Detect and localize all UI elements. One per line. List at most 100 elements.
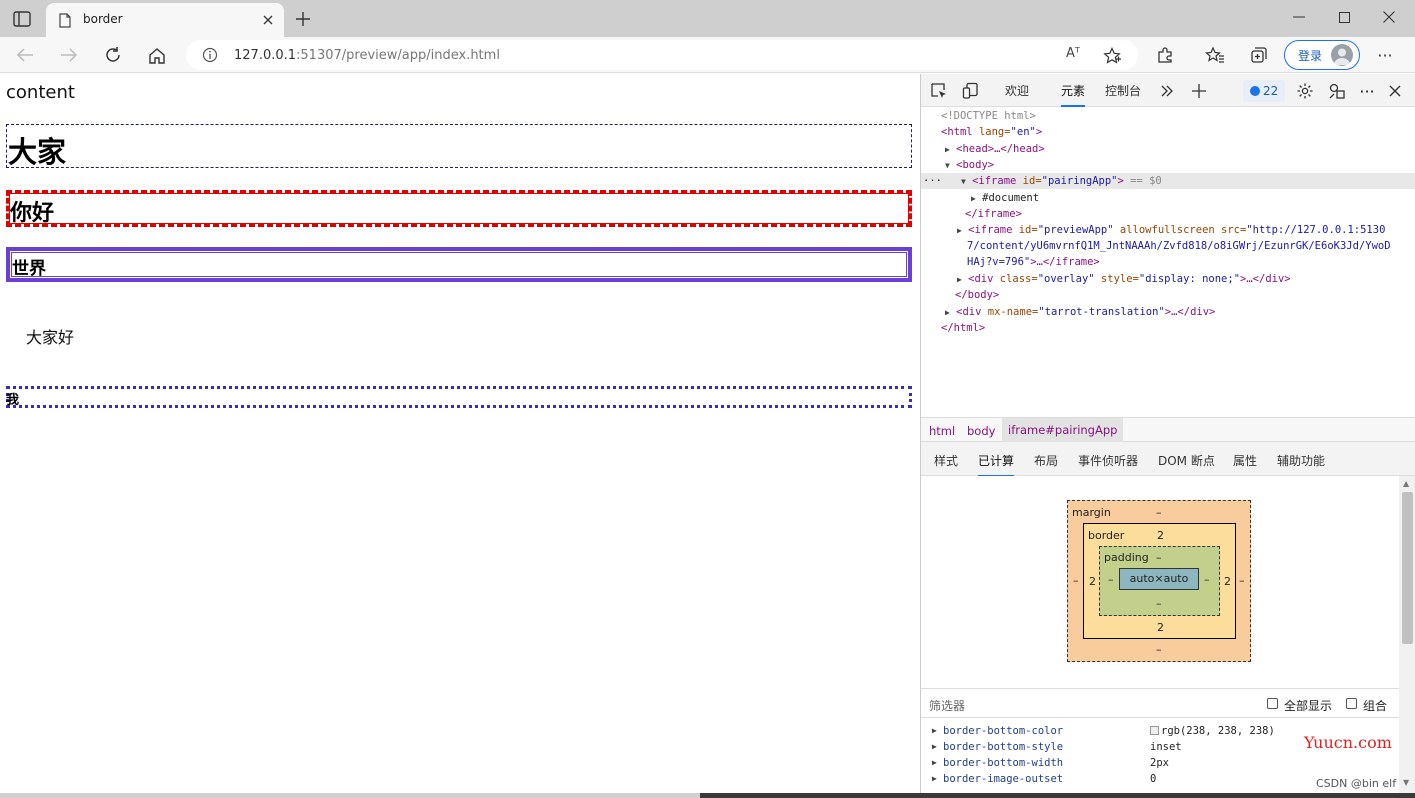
node-actions-icon[interactable]: ··· bbox=[923, 175, 942, 187]
forward-arrow-icon[interactable] bbox=[56, 43, 82, 67]
dom-body-close[interactable]: </body> bbox=[955, 289, 999, 301]
collapse-triangle-icon[interactable]: ▼ bbox=[945, 161, 950, 170]
taskbar-edge-light bbox=[0, 793, 700, 798]
box-model-content[interactable]: auto×auto bbox=[1119, 568, 1199, 590]
box-model-border[interactable]: border 2 2 2 2 padding – – – – auto×auto bbox=[1083, 523, 1236, 639]
login-button[interactable]: 登录 bbox=[1284, 40, 1360, 70]
read-aloud-icon[interactable]: Aᵀ bbox=[1066, 46, 1080, 61]
border-label: border bbox=[1088, 529, 1125, 542]
window-close-icon[interactable] bbox=[1366, 5, 1412, 29]
property-row[interactable]: ▶ border-bottom-width 2px bbox=[921, 756, 1399, 772]
expand-triangle-icon[interactable]: ▶ bbox=[971, 194, 976, 203]
padding-right[interactable]: – bbox=[1204, 573, 1210, 586]
margin-right[interactable]: – bbox=[1239, 574, 1245, 587]
maximize-icon[interactable] bbox=[1321, 5, 1367, 29]
dom-document[interactable]: ▶ #document bbox=[971, 192, 1039, 204]
back-arrow-icon[interactable] bbox=[12, 43, 38, 67]
crumb-iframe[interactable]: iframe#pairingApp bbox=[1002, 418, 1124, 442]
expand-triangle-icon[interactable]: ▶ bbox=[957, 226, 962, 235]
crumb-html[interactable]: html bbox=[929, 424, 955, 438]
border-top[interactable]: 2 bbox=[1157, 529, 1164, 542]
show-all-checkbox[interactable] bbox=[1267, 698, 1278, 709]
group-checkbox[interactable] bbox=[1346, 698, 1357, 709]
div-tag: <div bbox=[968, 273, 1000, 285]
close-devtools-icon[interactable] bbox=[1385, 81, 1405, 101]
tab-welcome[interactable]: 欢迎 bbox=[1005, 82, 1029, 99]
add-tab-icon[interactable] bbox=[1189, 81, 1209, 101]
tab-accessibility[interactable]: 辅助功能 bbox=[1277, 452, 1325, 469]
gear-icon[interactable] bbox=[1295, 81, 1315, 101]
crumb-body[interactable]: body bbox=[967, 424, 995, 438]
collapse-triangle-icon[interactable]: ▼ bbox=[961, 177, 966, 186]
dom-iframe-pairing[interactable]: ··· ▼ <iframe id="pairingApp"> == $0 bbox=[923, 175, 1162, 187]
breadcrumb: html body iframe#pairingApp bbox=[921, 417, 1415, 442]
heading-nihao: 你好 bbox=[10, 201, 55, 226]
issues-badge[interactable]: 22 bbox=[1243, 80, 1285, 102]
info-icon[interactable] bbox=[202, 47, 218, 63]
device-emulation-icon[interactable] bbox=[961, 81, 981, 101]
dom-iframe-close[interactable]: </iframe> bbox=[965, 208, 1022, 220]
refresh-icon[interactable] bbox=[100, 43, 126, 67]
scroll-up-icon[interactable]: ▲ bbox=[1403, 479, 1409, 488]
border-bottom[interactable]: 2 bbox=[1157, 621, 1164, 634]
expand-triangle-icon[interactable]: ▶ bbox=[945, 308, 950, 317]
tab-dom-breakpoints[interactable]: DOM 断点 bbox=[1158, 452, 1215, 469]
dom-html[interactable]: <html lang="en"> bbox=[941, 126, 1042, 138]
tab-styles[interactable]: 样式 bbox=[934, 452, 958, 469]
dom-body[interactable]: ▼ <body> bbox=[945, 159, 994, 171]
tab-layout[interactable]: 布局 bbox=[1034, 452, 1058, 469]
expand-triangle-icon[interactable]: ▶ bbox=[932, 742, 937, 751]
margin-left[interactable]: – bbox=[1073, 574, 1079, 587]
more-options-icon[interactable]: ··· bbox=[1357, 81, 1377, 101]
tab-console[interactable]: 控制台 bbox=[1105, 82, 1141, 99]
color-swatch[interactable] bbox=[1150, 726, 1159, 735]
tab-properties[interactable]: 属性 bbox=[1233, 452, 1257, 469]
close-icon[interactable] bbox=[260, 12, 276, 28]
expand-triangle-icon[interactable]: ▶ bbox=[932, 726, 937, 735]
dom-html-close[interactable]: </html> bbox=[941, 322, 985, 334]
tab-actions-icon[interactable] bbox=[10, 8, 34, 30]
dom-tree: <!DOCTYPE html> <html lang="en"> ▶ <head… bbox=[921, 107, 1415, 417]
filter-input[interactable]: 筛选器 bbox=[929, 697, 965, 714]
margin-bottom[interactable]: – bbox=[1156, 643, 1162, 656]
expand-triangle-icon[interactable]: ▶ bbox=[932, 758, 937, 767]
padding-left[interactable]: – bbox=[1108, 573, 1114, 586]
home-icon[interactable] bbox=[144, 43, 170, 67]
address-field[interactable]: 127.0.0.1:51307/preview/app/index.html A… bbox=[186, 40, 1138, 70]
expand-triangle-icon[interactable]: ▶ bbox=[945, 145, 950, 154]
settings-more-icon[interactable]: ··· bbox=[1374, 44, 1396, 66]
minimize-icon[interactable] bbox=[1276, 5, 1322, 29]
inspect-element-icon[interactable] bbox=[929, 81, 949, 101]
dom-div-translation[interactable]: ▶ <div mx-name="tarrot-translation">…</d… bbox=[945, 306, 1215, 318]
html-bracket: > bbox=[1035, 126, 1043, 138]
margin-top[interactable]: – bbox=[1156, 506, 1162, 519]
collections-icon[interactable] bbox=[1248, 44, 1270, 66]
border-right[interactable]: 2 bbox=[1224, 575, 1231, 588]
extensions-icon[interactable] bbox=[1154, 44, 1176, 66]
box-model-padding[interactable]: padding – – – – auto×auto bbox=[1099, 546, 1220, 616]
border-left[interactable]: 2 bbox=[1089, 575, 1096, 588]
new-tab-icon[interactable] bbox=[292, 8, 314, 30]
scroll-thumb[interactable] bbox=[1402, 492, 1413, 644]
expand-triangle-icon[interactable]: ▶ bbox=[957, 275, 962, 284]
dom-iframe-preview[interactable]: ▶ <iframe id="previewApp" allowfullscree… bbox=[957, 224, 1385, 236]
tab-computed[interactable]: 已计算 bbox=[978, 452, 1015, 477]
scroll-down-icon[interactable]: ▼ bbox=[1403, 778, 1409, 787]
favorite-star-icon[interactable] bbox=[1102, 46, 1122, 66]
padding-top[interactable]: – bbox=[1156, 551, 1162, 564]
favorites-icon[interactable] bbox=[1204, 44, 1226, 66]
property-value: 0 bbox=[1150, 773, 1157, 785]
computed-scrollbar[interactable]: ▲ ▼ bbox=[1399, 476, 1415, 793]
dom-doctype[interactable]: <!DOCTYPE html> bbox=[941, 110, 1036, 122]
box-model-margin[interactable]: margin – – – – border 2 2 2 2 padding – … bbox=[1067, 500, 1251, 662]
browser-tab[interactable]: border bbox=[46, 3, 284, 37]
tab-elements[interactable]: 元素 bbox=[1061, 82, 1086, 107]
selected-marker: == $0 bbox=[1123, 175, 1162, 187]
expand-triangle-icon[interactable]: ▶ bbox=[932, 774, 937, 783]
customize-icon[interactable] bbox=[1327, 81, 1347, 101]
tab-event-listeners[interactable]: 事件侦听器 bbox=[1078, 452, 1138, 469]
more-tabs-chevron-icon[interactable] bbox=[1157, 81, 1177, 101]
dom-head[interactable]: ▶ <head>…</head> bbox=[945, 143, 1045, 155]
padding-bottom[interactable]: – bbox=[1156, 597, 1162, 610]
dom-div-overlay[interactable]: ▶ <div class="overlay" style="display: n… bbox=[957, 273, 1291, 285]
